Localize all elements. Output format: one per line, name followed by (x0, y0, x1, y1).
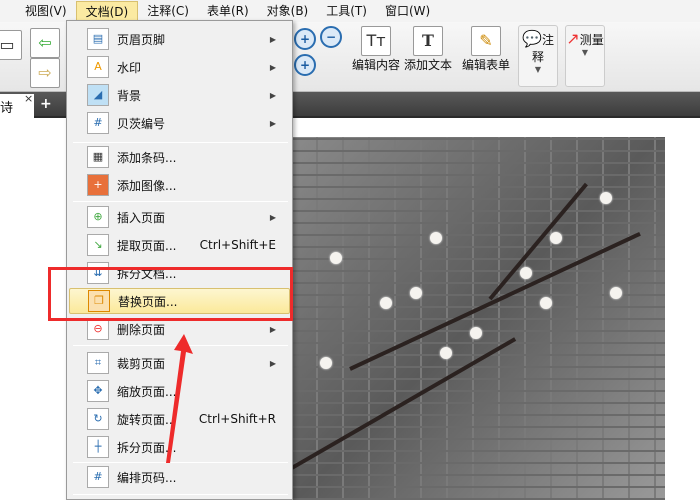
red-arrow-annotation (166, 334, 193, 463)
